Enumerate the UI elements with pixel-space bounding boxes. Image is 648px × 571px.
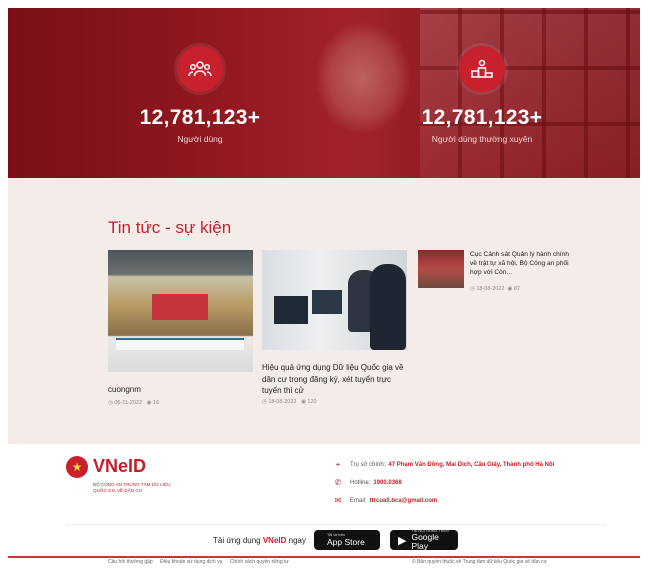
page: 12,781,123+ Người dùng 12,781,123+ Người… (8, 8, 640, 565)
police-emblem-icon: ★ (66, 456, 88, 478)
google-play-button[interactable]: ▶ TẢI NỘI DUNG TRÊN Google Play (390, 529, 458, 550)
play-icon: ▶ (398, 534, 407, 547)
article-date: 18-08-2022 (268, 399, 297, 405)
article-title[interactable]: Hiệu quả ứng dụng Dữ liệu Quốc gia về dâ… (262, 362, 410, 397)
footer-link-terms[interactable]: Điều khoản sử dụng dịch vụ (160, 559, 222, 565)
contact-label: Hotline: (350, 479, 371, 486)
copyright: © Bản quyền thuộc về Trung tâm dữ liệu Q… (412, 559, 547, 565)
article-image-meeting[interactable] (108, 250, 253, 372)
article-views: 120 (307, 399, 317, 405)
eye-icon: ◉ (507, 286, 513, 292)
brand-subtitle: BỘ CÔNG AN TRUNG TÂM DỮ LIỆU QUỐC GIA VỀ… (93, 482, 171, 493)
article-meta: ◷ 18-08-2022 ◉ 87 (470, 286, 520, 292)
footer-link-privacy[interactable]: Chính sách quyền riêng tư (230, 559, 289, 565)
clock-icon: ◷ (108, 400, 113, 406)
clock-icon: ◷ (262, 399, 267, 405)
stat-regular-users: 12,781,123+ Người dùng thường xuyên (382, 46, 582, 144)
contact-label: Email: (350, 497, 367, 504)
footer-red-line (8, 556, 640, 558)
stat-value: 12,781,123+ (421, 106, 543, 129)
article-views: 87 (513, 286, 521, 292)
users-icon (177, 46, 223, 92)
stat-users: 12,781,123+ Người dùng (100, 46, 300, 144)
podium-icon (459, 46, 505, 92)
article-views: 16 (153, 400, 160, 406)
stat-label: Người dùng (177, 134, 223, 144)
footer-divider (66, 524, 606, 525)
eye-icon: ◉ (146, 400, 152, 406)
contact-value: 47 Phạm Văn Đồng, Mai Dịch, Cầu Giấy, Th… (388, 462, 555, 468)
mail-icon: ✉ (334, 496, 342, 505)
contact-value[interactable]: ttrcuall.bca@gmail.com (370, 498, 438, 504)
contact-hotline: ✆ Hotline: 1900.0368 (334, 478, 402, 487)
stats-banner: 12,781,123+ Người dùng 12,781,123+ Người… (8, 8, 640, 178)
article-title[interactable]: cuongnm (108, 384, 253, 396)
news-section: Tin tức - sự kiện cuongnm ◷ 06-11-2022 ◉… (8, 178, 640, 444)
stat-label: Người dùng thường xuyên (431, 134, 533, 144)
footer-links: Câu hỏi thường gặp Điều khoản sử dụng dị… (108, 559, 295, 565)
news-heading: Tin tức - sự kiện (108, 218, 232, 237)
app-store-button[interactable]: Tải về trên App Store (314, 530, 380, 550)
article-meta: ◷ 18-08-2022 ◉ 120 (262, 399, 317, 405)
brand-name: VNeID (93, 456, 147, 476)
footer: ★ VNeID BỘ CÔNG AN TRUNG TÂM DỮ LIỆU QUỐ… (8, 444, 640, 565)
clock-icon: ◷ (470, 286, 475, 292)
contact-address: ⌖ Trụ sở chính: 47 Phạm Văn Đồng, Mai Dị… (334, 460, 555, 470)
vneid-logo[interactable]: ★ VNeID BỘ CÔNG AN TRUNG TÂM DỮ LIỆU QUỐ… (66, 456, 186, 506)
article-date: 18-08-2022 (476, 286, 505, 292)
contact-value[interactable]: 1900.0368 (373, 480, 401, 486)
phone-icon: ✆ (334, 478, 342, 487)
contact-label: Trụ sở chính: (350, 462, 386, 468)
eye-icon: ◉ (301, 399, 306, 405)
article-title[interactable]: Cục Cảnh sát Quản lý hành chính về trật … (470, 250, 570, 277)
article-image-thumbnail[interactable] (418, 250, 464, 288)
contact-email: ✉ Email: ttrcuall.bca@gmail.com (334, 496, 438, 505)
location-icon: ⌖ (335, 460, 341, 469)
stat-value: 12,781,123+ (139, 106, 261, 129)
footer-link-faq[interactable]: Câu hỏi thường gặp (108, 559, 153, 565)
article-date: 06-11-2022 (114, 400, 143, 406)
article-meta: ◷ 06-11-2022 ◉ 16 (108, 400, 159, 406)
download-prompt: Tải ứng dụng VNeID ngay (213, 536, 306, 545)
article-image-computer-room[interactable] (262, 250, 407, 350)
